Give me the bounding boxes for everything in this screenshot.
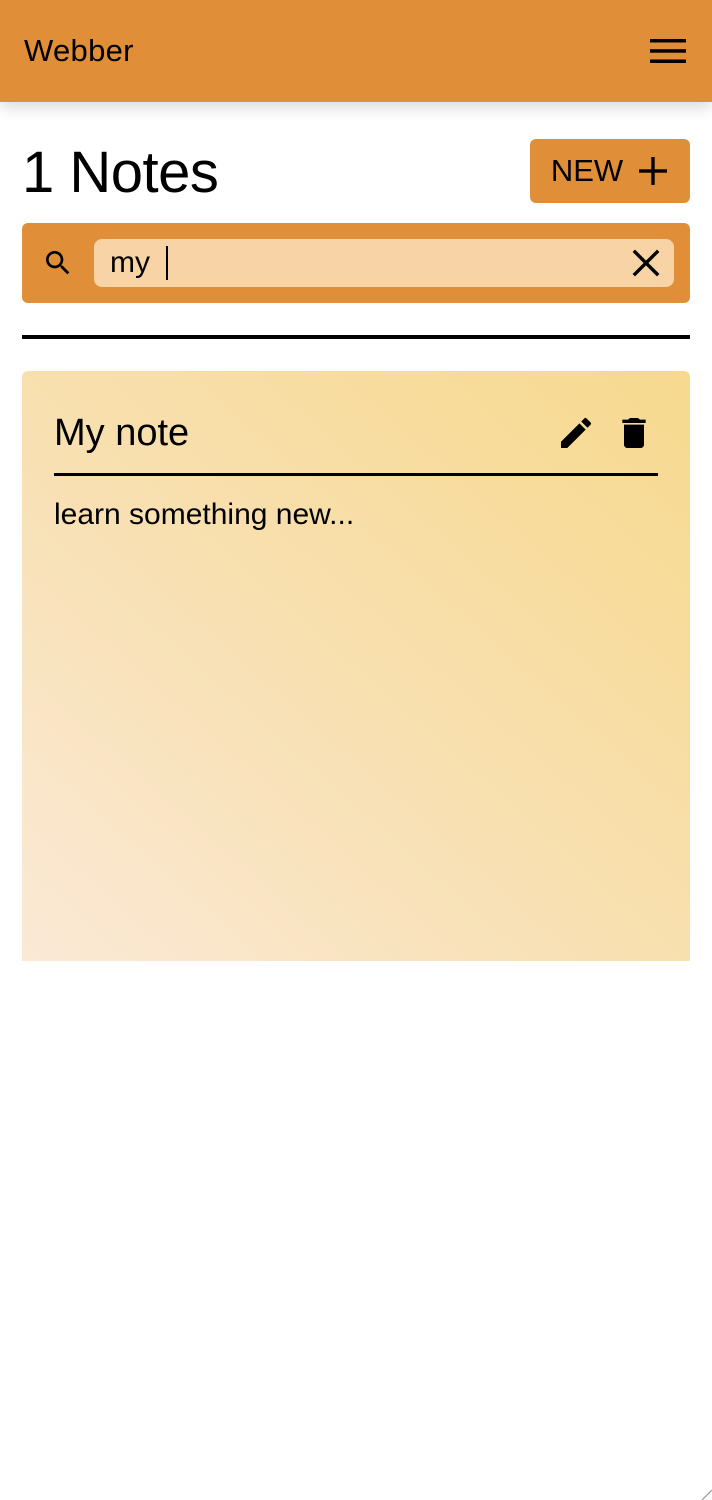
notes-count-title: 1 Notes <box>22 140 219 205</box>
menu-button[interactable] <box>648 31 688 71</box>
note-card[interactable]: My note learn something new... <box>22 371 690 961</box>
close-icon <box>632 249 660 277</box>
app-title: Webber <box>24 33 134 68</box>
notes-header: 1 Notes NEW <box>22 138 690 208</box>
note-body: learn something new... <box>54 498 355 531</box>
new-button-label: NEW <box>550 153 624 188</box>
search-bar: my <box>22 223 690 303</box>
note-title-divider <box>54 473 658 476</box>
section-divider <box>22 335 690 339</box>
pencil-icon <box>561 417 592 448</box>
note-header: My note <box>54 409 658 457</box>
search-input-value: my <box>110 246 159 279</box>
clear-search-button[interactable] <box>630 247 662 279</box>
search-input[interactable]: my <box>94 239 674 287</box>
note-actions <box>556 413 654 453</box>
hamburger-menu-icon <box>650 39 686 63</box>
new-note-button[interactable]: NEW <box>530 139 690 203</box>
app-bar: Webber <box>0 0 712 102</box>
text-caret <box>166 246 169 280</box>
search-icon <box>40 245 76 281</box>
note-title: My note <box>54 411 190 454</box>
edit-note-button[interactable] <box>556 413 596 453</box>
plus-icon <box>639 157 668 185</box>
trash-icon <box>622 418 646 448</box>
delete-note-button[interactable] <box>614 413 654 453</box>
resize-grip-icon <box>701 1489 712 1500</box>
